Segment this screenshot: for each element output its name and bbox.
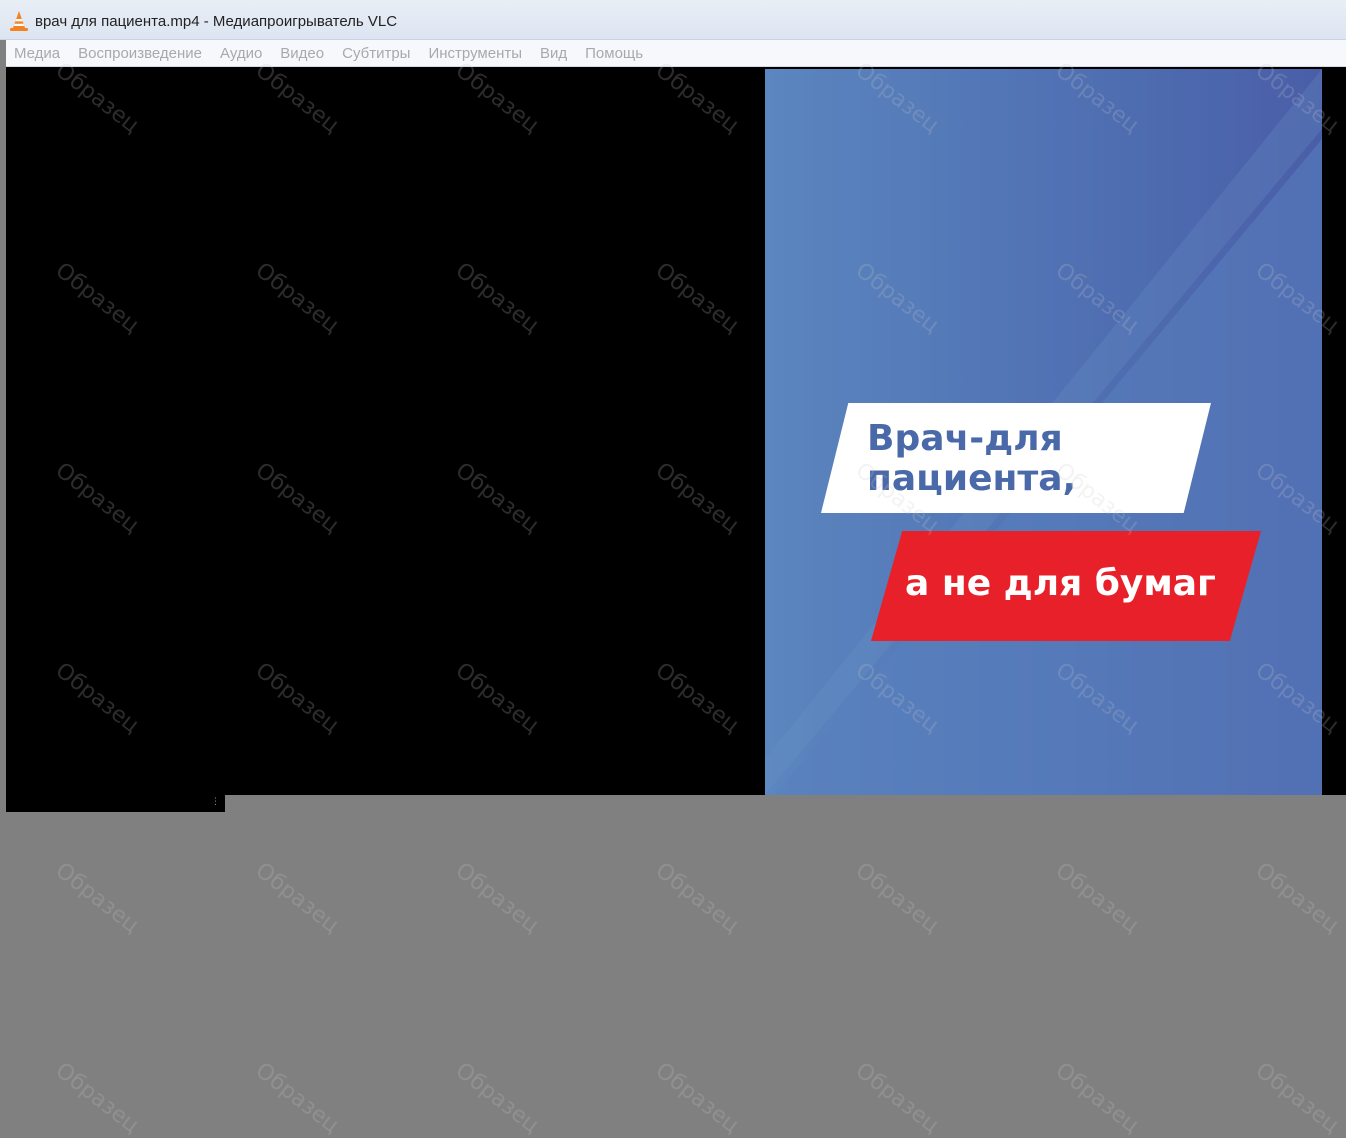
watermark-text: Образец [250, 1058, 344, 1138]
watermark-text: Образец [1050, 858, 1144, 939]
watermark-text: Образец [250, 858, 344, 939]
menu-item-playback[interactable]: Воспроизведение [78, 45, 202, 62]
watermark-text: Образец [1050, 1058, 1144, 1138]
watermark-text: Образец [850, 858, 944, 939]
menu-item-media[interactable]: Медиа [14, 45, 60, 62]
vlc-window: врач для пациента.mp4 - Медиапроигрывате… [0, 0, 1346, 1138]
menu-item-help[interactable]: Помощь [585, 45, 643, 62]
video-frame-poster: Врач-для пациента, а не для бумаг [765, 69, 1322, 795]
watermark-text: Образец [1250, 858, 1344, 939]
title-bar[interactable]: врач для пациента.mp4 - Медиапроигрывате… [0, 0, 1346, 40]
headline-text: Врач-для пациента, [867, 418, 1077, 499]
menu-item-video[interactable]: Видео [280, 45, 324, 62]
watermark-text: Образец [50, 1058, 144, 1138]
window-title: врач для пациента.mp4 - Медиапроигрывате… [35, 13, 398, 30]
menu-item-audio[interactable]: Аудио [220, 45, 262, 62]
watermark-text: Образец [450, 1058, 544, 1138]
video-output-strip [6, 795, 225, 812]
watermark-text: Образец [650, 858, 744, 939]
watermark-text: Образец [50, 858, 144, 939]
watermark-text: Образец [850, 1058, 944, 1138]
resize-grip-icon[interactable]: ⋮ [211, 797, 220, 807]
watermark-text: Образец [1250, 1058, 1344, 1138]
watermark-text: Образец [650, 1058, 744, 1138]
watermark-text: Образец [450, 858, 544, 939]
menu-item-view[interactable]: Вид [540, 45, 567, 62]
menu-item-tools[interactable]: Инструменты [428, 45, 522, 62]
menu-item-subtitles[interactable]: Субтитры [342, 45, 410, 62]
subheadline-text: а не для бумаг [905, 563, 1216, 604]
vlc-cone-icon [10, 11, 28, 31]
menu-bar: Медиа Воспроизведение Аудио Видео Субтит… [6, 40, 1346, 67]
